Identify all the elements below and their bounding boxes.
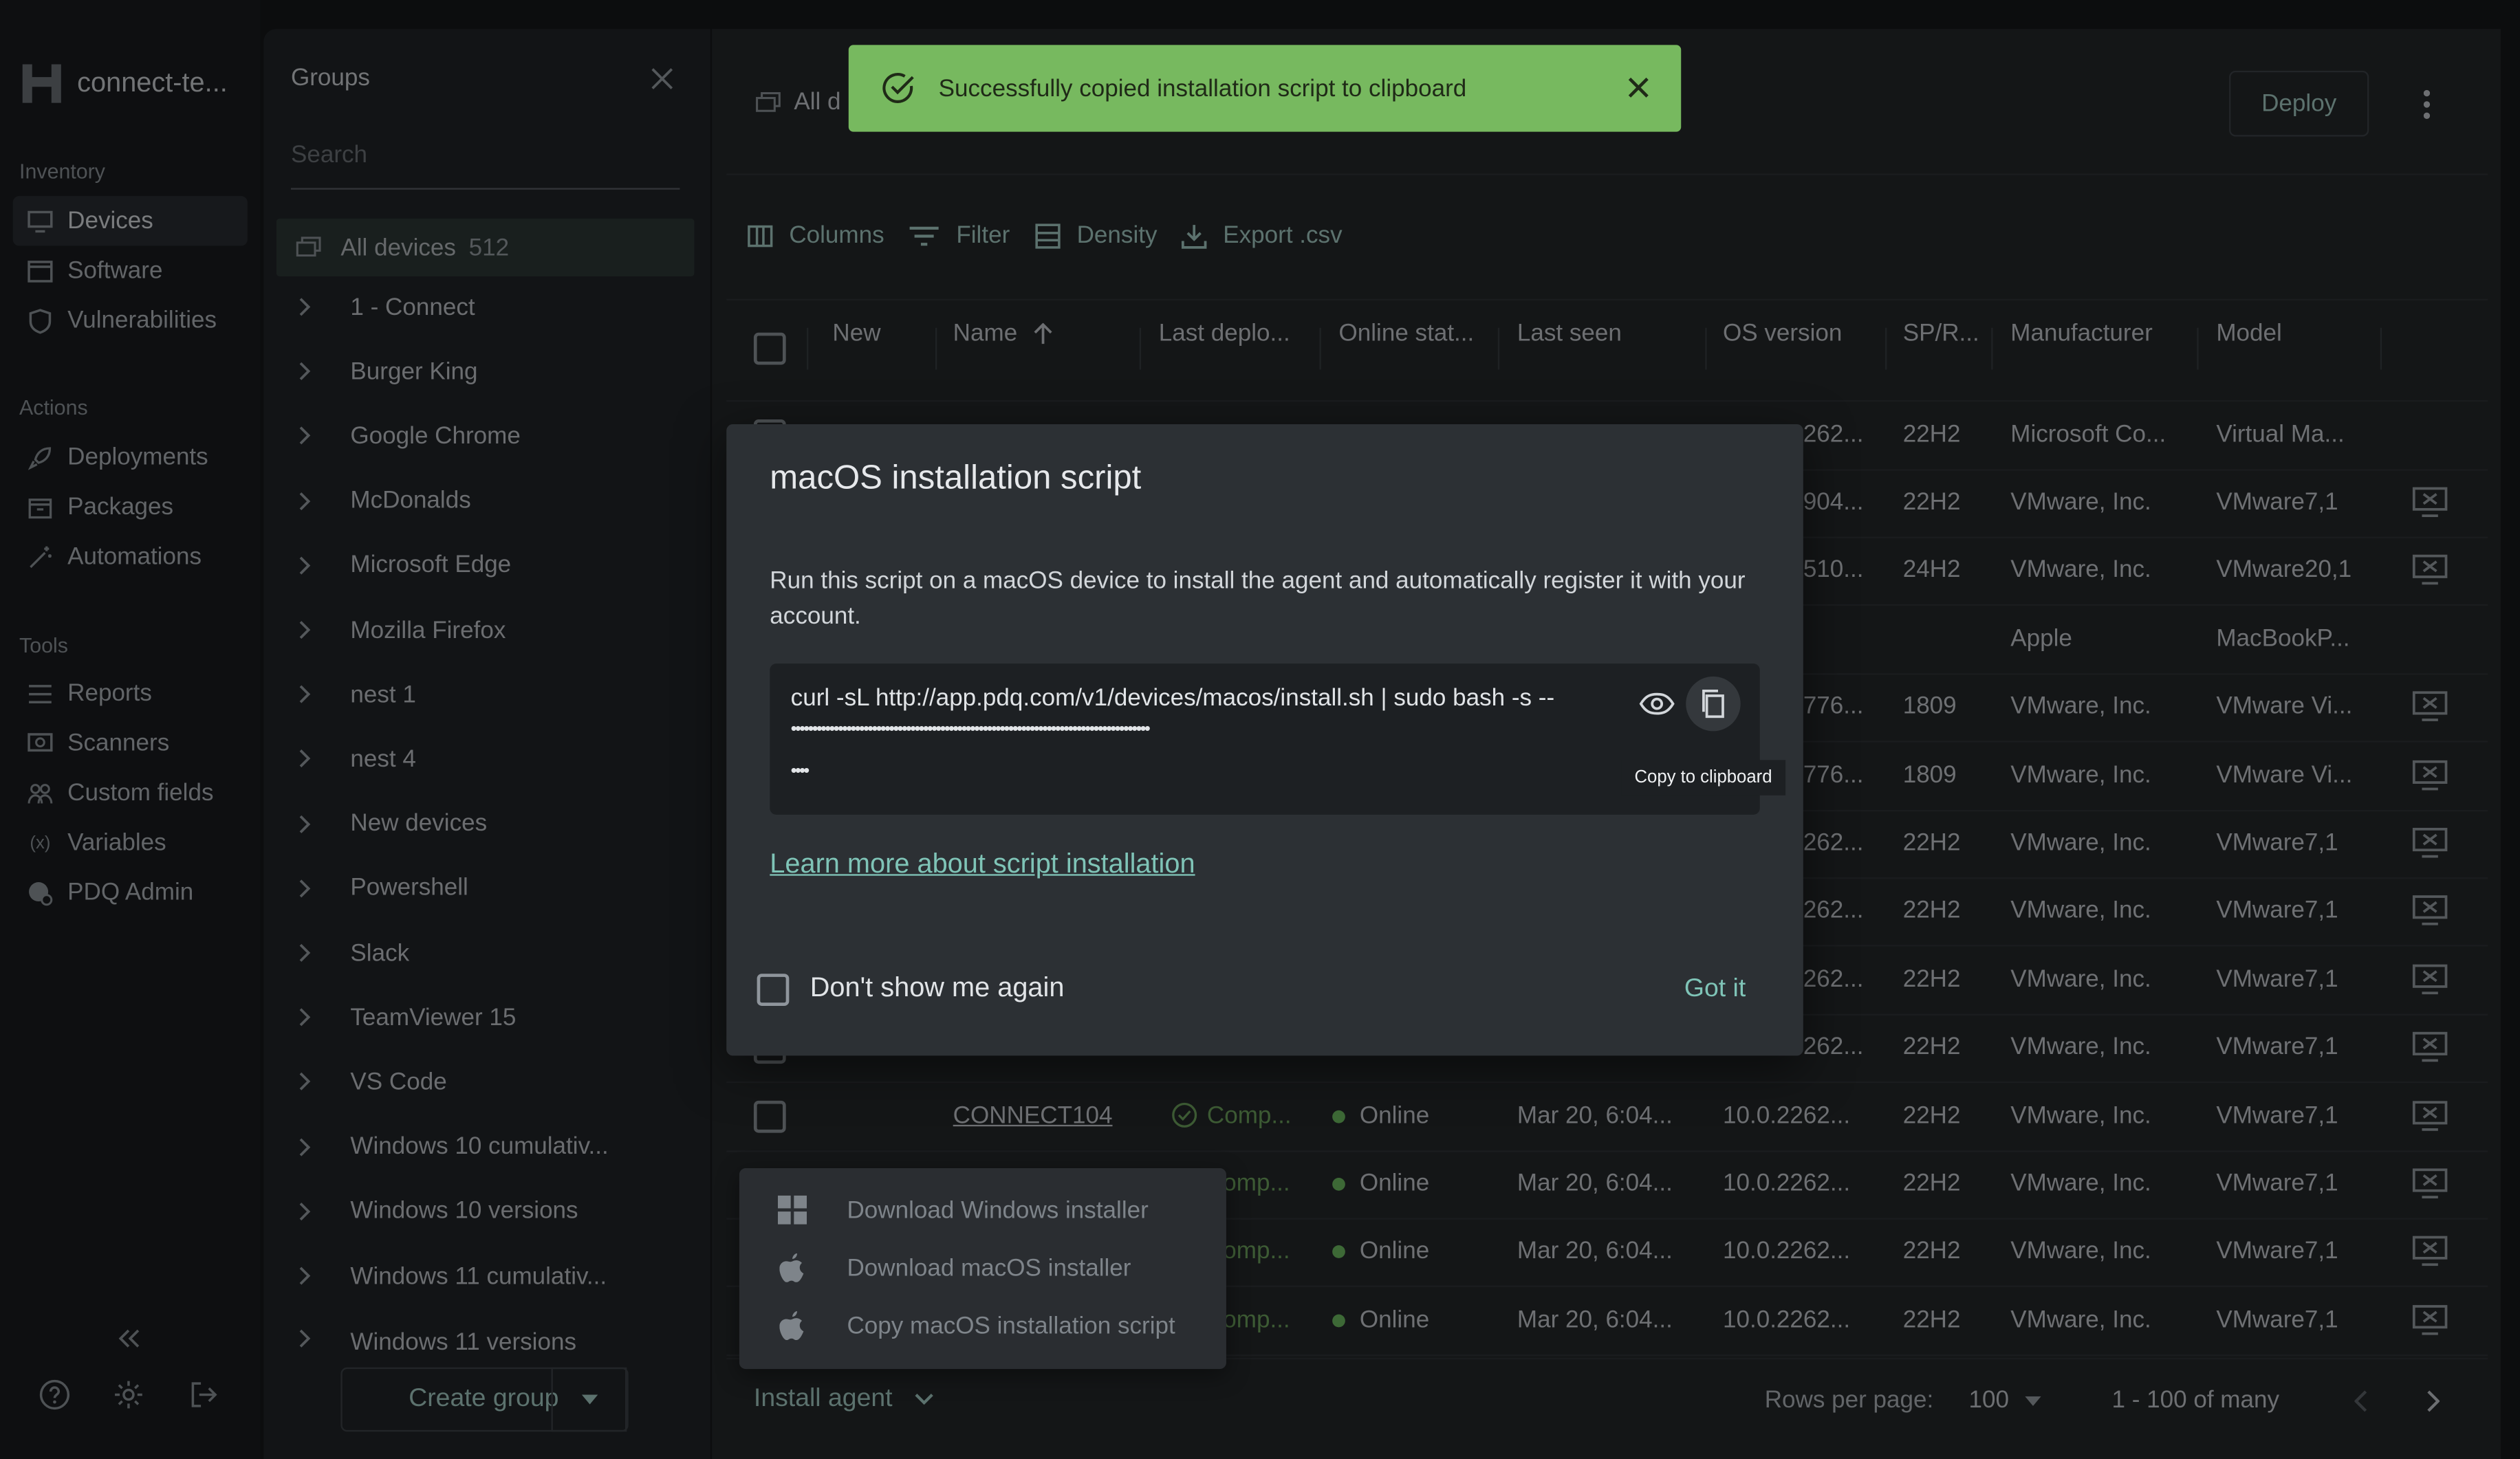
install-agent-menu: Download Windows installer Download macO… — [739, 1168, 1226, 1370]
copy-to-clipboard-button[interactable] — [1686, 676, 1741, 732]
menu-item-download-macos[interactable]: Download macOS installer — [739, 1239, 1226, 1297]
copy-tooltip: Copy to clipboard — [1621, 760, 1785, 796]
script-command-text[interactable]: curl -sL http://app.pdq.com/v1/devices/m… — [791, 685, 1554, 712]
close-icon[interactable] — [1628, 77, 1649, 98]
script-masked-token-end: •••• — [790, 761, 810, 781]
menu-item-download-windows[interactable]: Download Windows installer — [739, 1181, 1226, 1239]
dialog-description: Run this script on a macOS device to ins… — [770, 567, 1746, 630]
dialog-title: macOS installation script — [770, 459, 1142, 497]
dont-show-again-label: Don't show me again — [810, 972, 1065, 1003]
menu-item-copy-macos-script[interactable]: Copy macOS installation script — [739, 1297, 1226, 1354]
check-circle-icon — [881, 71, 916, 106]
script-code-box: curl -sL http://app.pdq.com/v1/devices/m… — [770, 663, 1785, 815]
menu-item-label: Copy macOS installation script — [847, 1312, 1175, 1339]
dont-show-again-checkbox[interactable] — [757, 974, 790, 1006]
script-masked-token: ••••••••••••••••••••••••••••••••••••••••… — [790, 719, 1151, 740]
got-it-button[interactable]: Got it — [1684, 976, 1746, 1005]
macos-install-script-dialog: macOS installation script Run this scrip… — [726, 424, 1803, 1056]
apple-logo-icon — [768, 1310, 816, 1341]
menu-item-label: Download macOS installer — [847, 1254, 1131, 1282]
apple-logo-icon — [768, 1253, 816, 1282]
show-token-eye-icon[interactable] — [1638, 690, 1676, 718]
learn-more-link[interactable]: Learn more about script installation — [770, 848, 1195, 881]
menu-item-label: Download Windows installer — [847, 1196, 1149, 1224]
copy-icon — [1700, 690, 1726, 718]
toast-message: Successfully copied installation script … — [938, 74, 1467, 102]
windows-logo-icon — [768, 1195, 816, 1225]
app-root: connect-te... Inventory Devices Software… — [0, 0, 2520, 1459]
success-toast: Successfully copied installation script … — [848, 45, 1682, 132]
